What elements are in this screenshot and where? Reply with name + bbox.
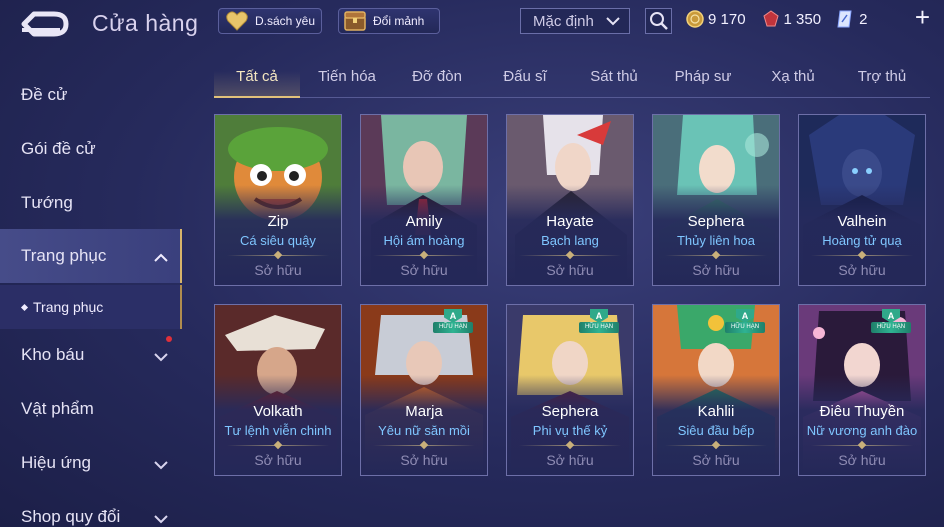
wishlist-button[interactable]: D.sách yêu xyxy=(218,8,322,34)
wishlist-label: D.sách yêu xyxy=(255,14,316,28)
sidebar-item-recommended-packs[interactable]: Gói đề cử xyxy=(0,122,182,176)
page-title: Cửa hàng xyxy=(92,10,199,36)
hero-name: Kahlii xyxy=(697,403,735,420)
owned-status: Sở hữu xyxy=(546,262,594,278)
tab-all[interactable]: Tất cả xyxy=(214,68,300,85)
owned-status: Sở hữu xyxy=(838,262,886,278)
treasure-chest-icon xyxy=(343,9,367,33)
skin-card[interactable]: Volkath Tư lệnh viễn chinh Sở hữu xyxy=(214,304,342,476)
diamond-bullet-icon xyxy=(20,303,29,311)
category-tabs: Tất cả Tiến hóa Đỡ đòn Đấu sĩ Sát thủ Ph… xyxy=(214,60,930,98)
sidebar-item-recommended[interactable]: Đề cử xyxy=(0,68,182,122)
owned-status: Sở hữu xyxy=(400,452,448,468)
hero-name: Amily xyxy=(405,213,443,230)
currency-bar: 9 170 1 350 2 xyxy=(686,6,944,32)
top-bar: Cửa hàng D.sách yêu Đổi mảnh Mặc định 9 … xyxy=(0,0,944,46)
tab-mage[interactable]: Pháp sư xyxy=(664,68,742,85)
skin-name: Cá siêu quậy xyxy=(240,233,316,248)
back-arrow-icon xyxy=(21,11,69,37)
owned-status: Sở hữu xyxy=(838,452,886,468)
skin-name: Hoàng tử quạ xyxy=(822,233,902,248)
hero-name: Volkath xyxy=(253,403,303,420)
add-currency-button[interactable]: + xyxy=(915,4,930,30)
owned-status: Sở hữu xyxy=(254,452,302,468)
search-button[interactable] xyxy=(645,8,672,34)
chevron-down-icon xyxy=(153,348,169,368)
skin-card[interactable]: A HỮU HẠN Điêu Thuyền Nữ vương anh đào S… xyxy=(798,304,926,476)
sidebar-item-treasure[interactable]: Kho báu xyxy=(0,328,182,382)
limited-badge: A HỮU HẠN xyxy=(579,309,619,333)
owned-status: Sở hữu xyxy=(254,262,302,278)
limited-badge: A HỮU HẠN xyxy=(433,309,473,333)
sidebar-item-skins[interactable]: Trang phục xyxy=(0,229,182,283)
tab-fighter[interactable]: Đấu sĩ xyxy=(486,68,564,85)
sidebar-item-exchange-shop[interactable]: Shop quy đổi xyxy=(0,490,182,527)
hero-name: Hayate xyxy=(546,213,594,230)
hero-name: Điêu Thuyền xyxy=(819,403,905,420)
heart-icon xyxy=(225,9,249,33)
limited-badge: A HỮU HẠN xyxy=(871,309,911,333)
chevron-down-icon xyxy=(605,14,621,32)
search-icon xyxy=(649,12,668,30)
gold-coin-icon xyxy=(686,10,704,28)
skin-card[interactable]: Sephera Thủy liên hoa Sở hữu xyxy=(652,114,780,286)
hero-name: Sephera xyxy=(687,213,745,230)
sidebar-item-items[interactable]: Vật phẩm xyxy=(0,382,182,436)
skin-name: Hội ám hoàng xyxy=(383,233,465,248)
skin-name: Siêu đầu bếp xyxy=(677,423,755,438)
skin-name: Bạch lang xyxy=(541,233,599,248)
owned-status: Sở hữu xyxy=(692,262,740,278)
skin-card[interactable]: Hayate Bạch lang Sở hữu xyxy=(506,114,634,286)
active-tab-underline xyxy=(214,96,300,98)
skin-card[interactable]: Valhein Hoàng tử quạ Sở hữu xyxy=(798,114,926,286)
hero-name: Valhein xyxy=(837,213,887,230)
owned-status: Sở hữu xyxy=(546,452,594,468)
chevron-up-icon xyxy=(153,249,169,269)
skin-name: Phi vụ thế kỷ xyxy=(532,423,608,438)
sidebar: Đề cử Gói đề cử Tướng Trang phục Trang p… xyxy=(0,66,182,527)
sidebar-item-effects[interactable]: Hiệu ứng xyxy=(0,436,182,490)
skin-card[interactable]: Zip Cá siêu quậy Sở hữu xyxy=(214,114,342,286)
tab-support[interactable]: Trợ thủ xyxy=(843,68,921,85)
sidebar-subitem-skins[interactable]: Trang phục xyxy=(0,285,182,329)
skin-name: Yêu nữ săn mồi xyxy=(378,423,470,438)
tab-assassin[interactable]: Sát thủ xyxy=(575,68,653,85)
owned-status: Sở hữu xyxy=(400,262,448,278)
gold-balance: 9 170 xyxy=(686,10,746,28)
chevron-down-icon xyxy=(153,456,169,476)
exchange-label: Đổi mảnh xyxy=(373,14,425,28)
skin-name: Tư lệnh viễn chinh xyxy=(224,423,332,438)
ticket-icon xyxy=(837,10,855,28)
skin-name: Nữ vương anh đào xyxy=(806,423,918,438)
red-gem-icon xyxy=(762,10,780,28)
tab-marksman[interactable]: Xạ thủ xyxy=(754,68,832,85)
chevron-down-icon xyxy=(153,510,169,527)
ticket-balance: 2 xyxy=(837,10,867,28)
sidebar-item-heroes[interactable]: Tướng xyxy=(0,176,182,230)
skin-card[interactable]: A HỮU HẠN Sephera Phi vụ thế kỷ Sở hữu xyxy=(506,304,634,476)
hero-name: Zip xyxy=(267,213,289,230)
exchange-shards-button[interactable]: Đổi mảnh xyxy=(338,8,440,34)
skin-grid: Zip Cá siêu quậy Sở hữu Amily Hội ám hoà… xyxy=(214,114,930,527)
limited-badge: A HỮU HẠN xyxy=(725,309,765,333)
tab-tank[interactable]: Đỡ đòn xyxy=(398,68,476,85)
skin-card[interactable]: Amily Hội ám hoàng Sở hữu xyxy=(360,114,488,286)
skin-card[interactable]: A HỮU HẠN Kahlii Siêu đầu bếp Sở hữu xyxy=(652,304,780,476)
hero-name: Sephera xyxy=(541,403,599,420)
notification-dot xyxy=(166,336,172,342)
skin-card[interactable]: A HỮU HẠN Marja Yêu nữ săn mồi Sở hữu xyxy=(360,304,488,476)
hero-name: Marja xyxy=(405,403,443,420)
sort-dropdown[interactable]: Mặc định xyxy=(520,8,630,34)
skin-name: Thủy liên hoa xyxy=(676,233,756,248)
sort-value: Mặc định xyxy=(533,12,594,30)
back-button[interactable] xyxy=(20,10,72,38)
owned-status: Sở hữu xyxy=(692,452,740,468)
gem-balance: 1 350 xyxy=(762,10,821,28)
tab-evolution[interactable]: Tiến hóa xyxy=(308,68,386,85)
